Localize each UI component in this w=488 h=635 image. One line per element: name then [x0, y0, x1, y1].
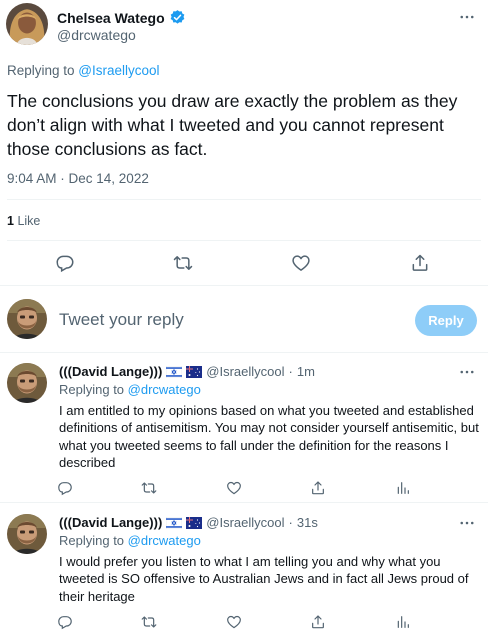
author-avatar[interactable]	[6, 3, 48, 45]
more-icon[interactable]	[458, 8, 476, 26]
reply-icon[interactable]	[57, 614, 73, 630]
retweet-icon[interactable]	[141, 614, 157, 630]
replying-to-link[interactable]: @drcwatego	[128, 382, 201, 397]
author-handle[interactable]: @drcwatego	[57, 27, 136, 43]
replying-to-line: Replying to @Israellycool	[7, 63, 160, 78]
author-avatar[interactable]	[7, 363, 47, 403]
author-name-row: Chelsea Watego	[57, 9, 186, 26]
author-name[interactable]: Chelsea Watego	[57, 10, 165, 26]
like-icon[interactable]	[226, 614, 242, 630]
verified-badge-icon	[169, 9, 186, 26]
share-icon[interactable]	[410, 253, 430, 273]
reply-header: (((David Lange))) @Israellycool · 31s	[59, 515, 318, 530]
replying-prefix: Replying to	[59, 533, 128, 548]
like-icon[interactable]	[291, 253, 311, 273]
more-icon[interactable]	[458, 514, 476, 532]
author-handle[interactable]: @Israellycool	[206, 515, 284, 530]
analytics-icon[interactable]	[395, 614, 411, 630]
reply-composer: Reply	[0, 285, 488, 353]
australia-flag-icon	[186, 366, 202, 378]
main-tweet: Chelsea Watego @drcwatego Replying to @I…	[0, 0, 488, 285]
separator: ·	[288, 515, 293, 530]
likes-count[interactable]: 1 Like	[7, 214, 40, 228]
author-handle[interactable]: @Israellycool	[206, 364, 284, 379]
reply-time[interactable]: 1m	[297, 364, 315, 379]
share-icon[interactable]	[310, 614, 326, 630]
replying-prefix: Replying to	[59, 382, 128, 397]
analytics-icon[interactable]	[395, 480, 411, 496]
reply-text: I am entitled to my opinions based on wh…	[59, 403, 479, 470]
more-icon[interactable]	[458, 363, 476, 381]
user-avatar[interactable]	[7, 299, 47, 339]
reply-input[interactable]	[59, 310, 359, 330]
reply-time[interactable]: 31s	[297, 515, 318, 530]
reply-text: I would prefer you listen to what I am t…	[59, 554, 469, 604]
like-count-label: Like	[17, 214, 41, 228]
share-icon[interactable]	[310, 480, 326, 496]
replying-to-line: Replying to @drcwatego	[59, 533, 201, 548]
reply-actions	[0, 614, 488, 634]
reply-icon[interactable]	[57, 480, 73, 496]
author-name[interactable]: (((David Lange)))	[59, 364, 162, 379]
divider	[7, 240, 481, 241]
reply-tweet[interactable]: (((David Lange))) @Israellycool · 31s Re…	[0, 504, 488, 635]
author-name[interactable]: (((David Lange)))	[59, 515, 162, 530]
replying-to-link[interactable]: @drcwatego	[128, 533, 201, 548]
like-count-value: 1	[7, 214, 14, 228]
separator: ·	[288, 364, 293, 379]
replying-to-link[interactable]: @Israellycool	[78, 63, 159, 78]
retweet-icon[interactable]	[173, 253, 193, 273]
replying-prefix: Replying to	[7, 63, 79, 78]
tweet-actions	[0, 253, 488, 275]
australia-flag-icon	[186, 517, 202, 529]
retweet-icon[interactable]	[141, 480, 157, 496]
reply-actions	[0, 480, 488, 500]
replying-to-line: Replying to @drcwatego	[59, 382, 201, 397]
like-icon[interactable]	[226, 480, 242, 496]
reply-button[interactable]: Reply	[415, 305, 477, 336]
reply-header: (((David Lange))) @Israellycool · 1m	[59, 364, 315, 379]
tweet-timestamp[interactable]: 9:04 AM · Dec 14, 2022	[7, 171, 149, 186]
reply-tweet[interactable]: (((David Lange))) @Israellycool · 1m Rep…	[0, 353, 488, 503]
israel-flag-icon	[166, 517, 182, 529]
tweet-text: The conclusions you draw are exactly the…	[7, 91, 458, 159]
israel-flag-icon	[166, 366, 182, 378]
author-avatar[interactable]	[7, 514, 47, 554]
divider	[7, 199, 481, 200]
reply-icon[interactable]	[55, 253, 75, 273]
